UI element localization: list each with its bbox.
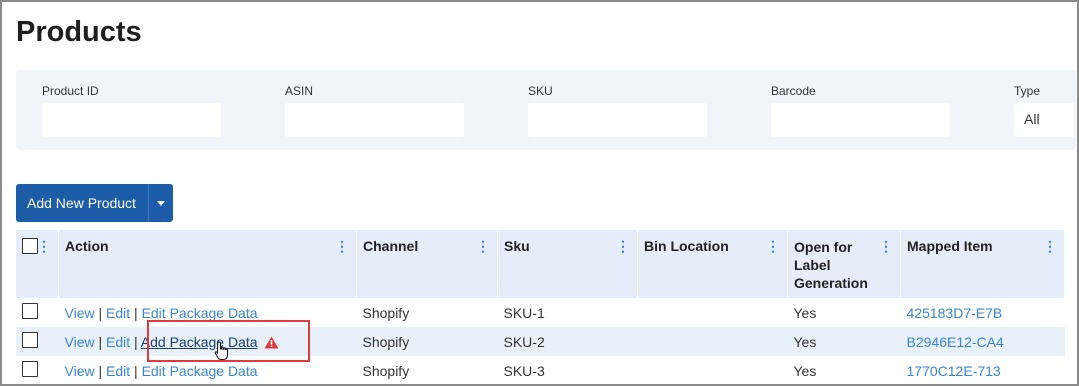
- table-row: View | Edit | Edit Package Data Shopify …: [16, 356, 1065, 384]
- column-header-sku[interactable]: Sku ⋮: [497, 230, 638, 298]
- column-header-label: Mapped Item: [907, 238, 993, 254]
- filter-asin: ASIN: [285, 84, 464, 137]
- open-for-label-cell: Yes: [793, 362, 817, 379]
- bin-location-cell: [638, 298, 788, 327]
- sku-input[interactable]: [528, 103, 707, 137]
- vertical-dots-icon[interactable]: ⋮: [766, 238, 780, 255]
- vertical-dots-icon[interactable]: ⋮: [879, 238, 893, 255]
- open-for-label-cell: Yes: [793, 304, 817, 321]
- vertical-dots-icon[interactable]: ⋮: [335, 238, 349, 255]
- column-header-action[interactable]: Action ⋮: [58, 230, 357, 298]
- action-cell: View | Edit | Add Package Data: [58, 327, 357, 356]
- sku-cell: SKU-2: [497, 327, 638, 356]
- table-row: View | Edit | Edit Package Data Shopify …: [16, 298, 1065, 327]
- filter-product-id: Product ID: [42, 84, 221, 137]
- filter-label: SKU: [528, 84, 553, 98]
- table-row: View | Edit | Add Package Data Shopify S…: [16, 327, 1065, 356]
- column-header-mapped-item[interactable]: Mapped Item ⋮: [900, 230, 1065, 298]
- add-package-data-link[interactable]: Add Package Data: [141, 334, 258, 350]
- mapped-item-link[interactable]: B2946E12-CA4: [907, 334, 1004, 350]
- vertical-dots-icon[interactable]: ⋮: [476, 238, 490, 255]
- column-header-channel[interactable]: Channel ⋮: [356, 230, 498, 298]
- filter-barcode: Barcode: [771, 84, 950, 137]
- app-window: Products Product ID ASIN SKU Barcode Typ…: [0, 0, 1079, 386]
- filter-label: Product ID: [42, 84, 99, 98]
- view-link[interactable]: View: [65, 363, 95, 379]
- mapped-item-link[interactable]: 425183D7-E7B: [907, 305, 1003, 321]
- separator: |: [134, 362, 138, 379]
- separator: |: [98, 362, 103, 379]
- view-link[interactable]: View: [65, 305, 95, 321]
- open-for-label-cell: Yes: [787, 327, 901, 356]
- action-cell: View | Edit | Edit Package Data: [59, 298, 357, 327]
- select-all-checkbox[interactable]: [22, 238, 38, 254]
- table-header-row: ⋮ Action ⋮ Channel ⋮ Sku ⋮ Bin Location …: [16, 230, 1065, 298]
- action-cell: View | Edit | Edit Package Data: [59, 356, 357, 384]
- warning-triangle-icon: [264, 336, 279, 349]
- chevron-down-icon: [157, 200, 165, 206]
- column-header-label: Channel: [363, 238, 419, 254]
- page-title: Products: [16, 16, 142, 48]
- edit-link[interactable]: Edit: [106, 363, 130, 379]
- sku-cell: SKU-3: [503, 362, 545, 379]
- products-table: ⋮ Action ⋮ Channel ⋮ Sku ⋮ Bin Location …: [16, 230, 1065, 384]
- filter-label: ASIN: [285, 84, 314, 98]
- product-id-input[interactable]: [42, 103, 221, 137]
- separator: |: [98, 333, 103, 350]
- asin-input[interactable]: [285, 103, 464, 137]
- row-checkbox[interactable]: [22, 361, 38, 377]
- channel-cell: Shopify: [356, 327, 498, 356]
- edit-link[interactable]: Edit: [106, 334, 130, 350]
- column-header-label: Sku: [504, 238, 530, 254]
- separator: |: [134, 333, 138, 350]
- add-new-product-button[interactable]: Add New Product: [16, 184, 148, 222]
- column-header-label: Action: [65, 238, 109, 254]
- mapped-item-link[interactable]: 1770C12E-713: [907, 363, 1001, 379]
- add-new-product-button-group: Add New Product: [16, 184, 173, 222]
- bin-location-cell: [637, 327, 788, 356]
- select-all-header: ⋮: [16, 230, 59, 298]
- column-header-bin-location[interactable]: Bin Location ⋮: [637, 230, 788, 298]
- vertical-dots-icon[interactable]: ⋮: [616, 238, 630, 255]
- filter-sku: SKU: [528, 84, 707, 137]
- filter-label: Type: [1014, 84, 1041, 98]
- sku-cell: SKU-1: [503, 304, 545, 321]
- channel-cell: Shopify: [362, 362, 410, 379]
- edit-package-data-link[interactable]: Edit Package Data: [142, 363, 258, 379]
- add-options-dropdown-button[interactable]: [148, 184, 173, 222]
- row-checkbox[interactable]: [22, 332, 38, 348]
- vertical-dots-icon[interactable]: ⋮: [37, 238, 51, 255]
- row-checkbox[interactable]: [22, 303, 38, 319]
- type-select[interactable]: All: [1014, 103, 1074, 137]
- column-header-label: Bin Location: [644, 238, 729, 254]
- filter-panel: Product ID ASIN SKU Barcode Type All: [16, 70, 1076, 150]
- channel-cell: Shopify: [362, 304, 410, 321]
- separator: |: [98, 304, 103, 321]
- column-header-label: Open for Label Generation: [794, 239, 868, 291]
- column-header-open-for-label[interactable]: Open for Label Generation ⋮: [787, 230, 901, 298]
- hand-pointer-icon: [214, 341, 228, 360]
- edit-package-data-link[interactable]: Edit Package Data: [142, 305, 258, 321]
- view-link[interactable]: View: [65, 334, 95, 350]
- barcode-input[interactable]: [771, 103, 950, 137]
- filter-type: Type All: [1014, 84, 1074, 137]
- separator: |: [134, 304, 138, 321]
- filter-label: Barcode: [771, 84, 816, 98]
- bin-location-cell: [638, 356, 788, 384]
- edit-link[interactable]: Edit: [106, 305, 130, 321]
- vertical-dots-icon[interactable]: ⋮: [1043, 238, 1057, 255]
